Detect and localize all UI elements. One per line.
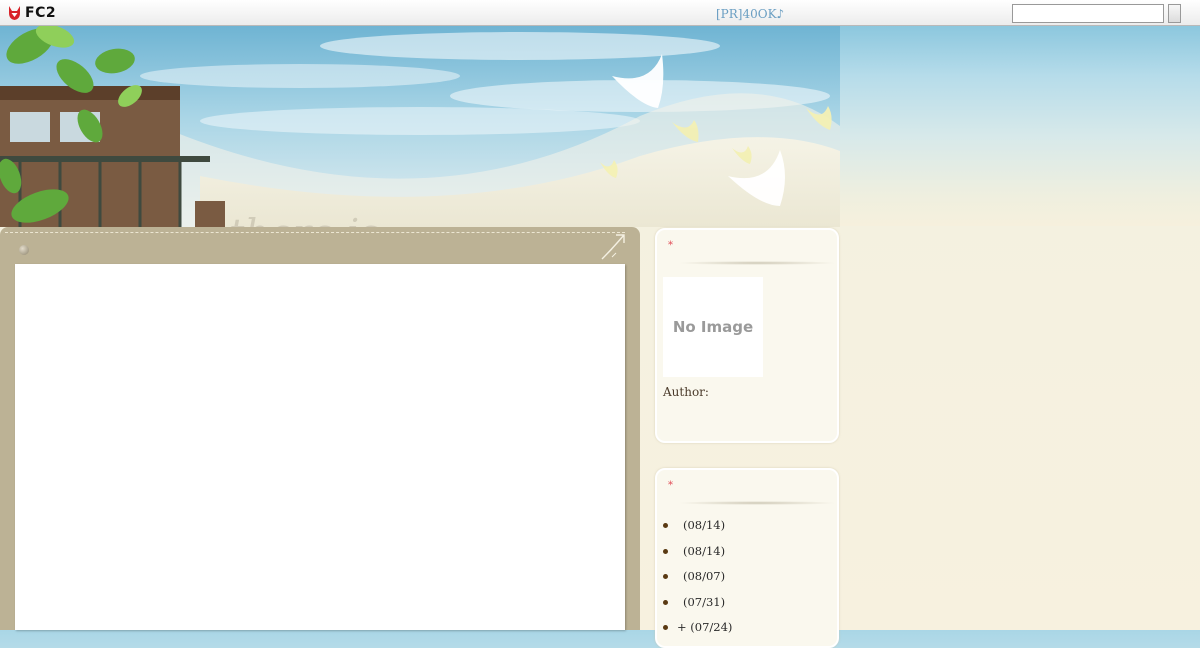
banner-illustration xyxy=(0,26,840,227)
no-image-text: No Image xyxy=(672,318,754,336)
entry-link[interactable]: (08/07) xyxy=(683,569,725,583)
pin-icon xyxy=(19,245,29,255)
profile-heading: * xyxy=(657,230,837,266)
author-label: Author: xyxy=(663,385,709,399)
bullet-icon xyxy=(663,574,668,579)
feather-corner-icon xyxy=(601,234,625,260)
main-content-panel xyxy=(0,227,640,630)
header-tagline: there is... xyxy=(229,214,417,227)
heading-divider xyxy=(677,501,837,505)
bullet-icon xyxy=(663,625,668,630)
entry-link[interactable]: (07/31) xyxy=(683,595,725,609)
entry-link[interactable]: (08/14) xyxy=(683,544,725,558)
top-bar: FC2 [PR]40OK♪ xyxy=(0,0,1200,26)
entry-link[interactable]: + (07/24) xyxy=(677,620,732,634)
logo-text: FC2 xyxy=(25,5,57,21)
sidebar-profile-box: * No Image Author: xyxy=(655,228,839,443)
heading-marker: * xyxy=(668,480,673,491)
profile-image: No Image xyxy=(663,277,763,377)
search-button[interactable] xyxy=(1168,4,1181,23)
header-banner: there is... xyxy=(0,26,840,227)
bullet-icon xyxy=(663,599,668,605)
entry-link[interactable]: (08/14) xyxy=(683,518,725,532)
bullet-icon xyxy=(663,523,668,528)
entry-content-area xyxy=(15,264,625,630)
panel-dashed-border xyxy=(5,232,625,233)
header-sky-extension xyxy=(840,26,1200,226)
fox-icon xyxy=(9,6,20,20)
entries-heading: * xyxy=(657,470,837,506)
heading-divider xyxy=(677,261,837,265)
sidebar-entries-box: * (08/14) (08/14) (08/07) (07/31) + (07/… xyxy=(655,468,839,648)
fc2-logo[interactable]: FC2 xyxy=(7,5,56,21)
search-input[interactable] xyxy=(1012,4,1164,23)
pr-ad-link[interactable]: [PR]40OK♪ xyxy=(716,7,784,21)
bullet-icon xyxy=(663,548,668,554)
heading-marker: * xyxy=(668,240,673,251)
